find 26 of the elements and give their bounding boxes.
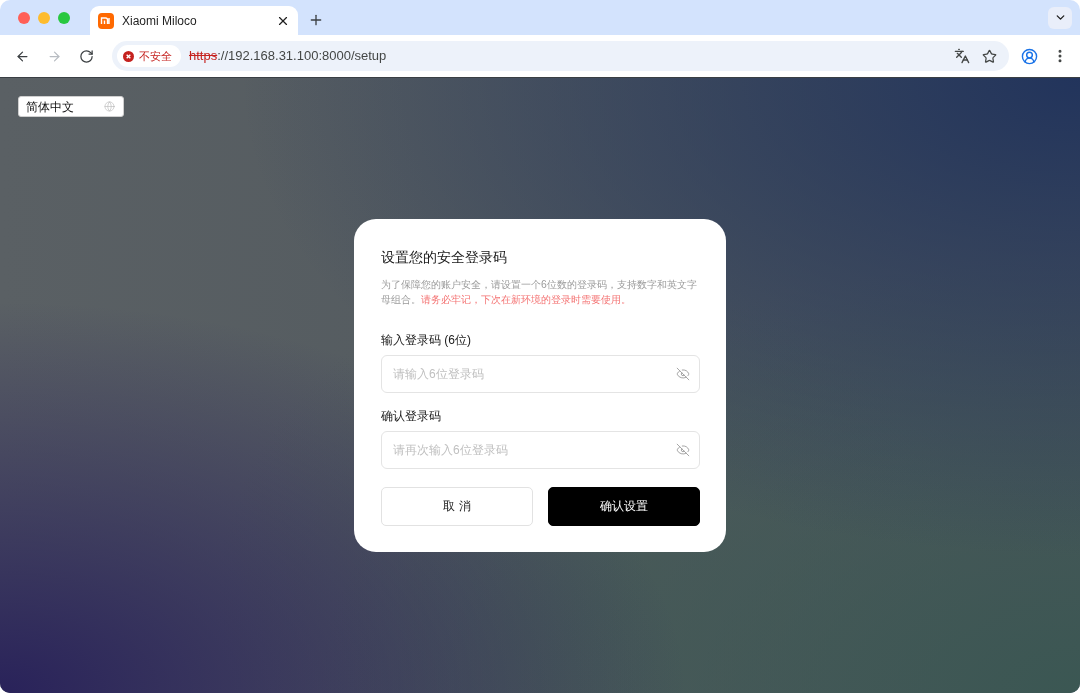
translate-icon[interactable] — [954, 48, 970, 64]
reload-icon — [78, 48, 94, 64]
bookmark-star-icon[interactable] — [982, 48, 997, 64]
close-window-icon[interactable] — [18, 11, 30, 24]
error-icon — [123, 50, 134, 62]
field-label: 输入登录码 (6位) — [381, 331, 472, 349]
language-select[interactable]: 简体中文 — [18, 96, 124, 117]
cancel-button[interactable]: 取 消 — [381, 486, 533, 526]
code-input[interactable]: 请再次输入6位登录码 — [381, 430, 700, 469]
confirm-button[interactable]: 确认设置 — [548, 486, 700, 526]
url-text: https://192.168.31.100:8000/setup — [189, 47, 387, 66]
tab-list-button[interactable] — [1048, 6, 1072, 29]
logo-icon — [98, 12, 114, 29]
tab-title: Xiaomi Miloco — [122, 12, 198, 30]
security-chip[interactable]: 不安全 — [117, 45, 181, 67]
hide-password-icon[interactable] — [676, 366, 690, 381]
globe-icon — [104, 101, 115, 112]
hide-password-icon[interactable] — [676, 442, 690, 457]
field-label: 确认登录码 — [381, 407, 442, 425]
arrow-right-icon — [46, 48, 62, 64]
dialog-title: 设置您的安全登录码 — [381, 247, 508, 267]
address-bar[interactable]: 不安全 https://192.168.31.100:8000/setup — [112, 41, 1009, 71]
browser-tab[interactable]: Xiaomi Miloco — [90, 6, 298, 35]
profile-icon[interactable] — [1021, 47, 1038, 65]
new-tab-icon[interactable] — [308, 12, 324, 28]
code-input[interactable]: 请输入6位登录码 — [381, 354, 700, 393]
